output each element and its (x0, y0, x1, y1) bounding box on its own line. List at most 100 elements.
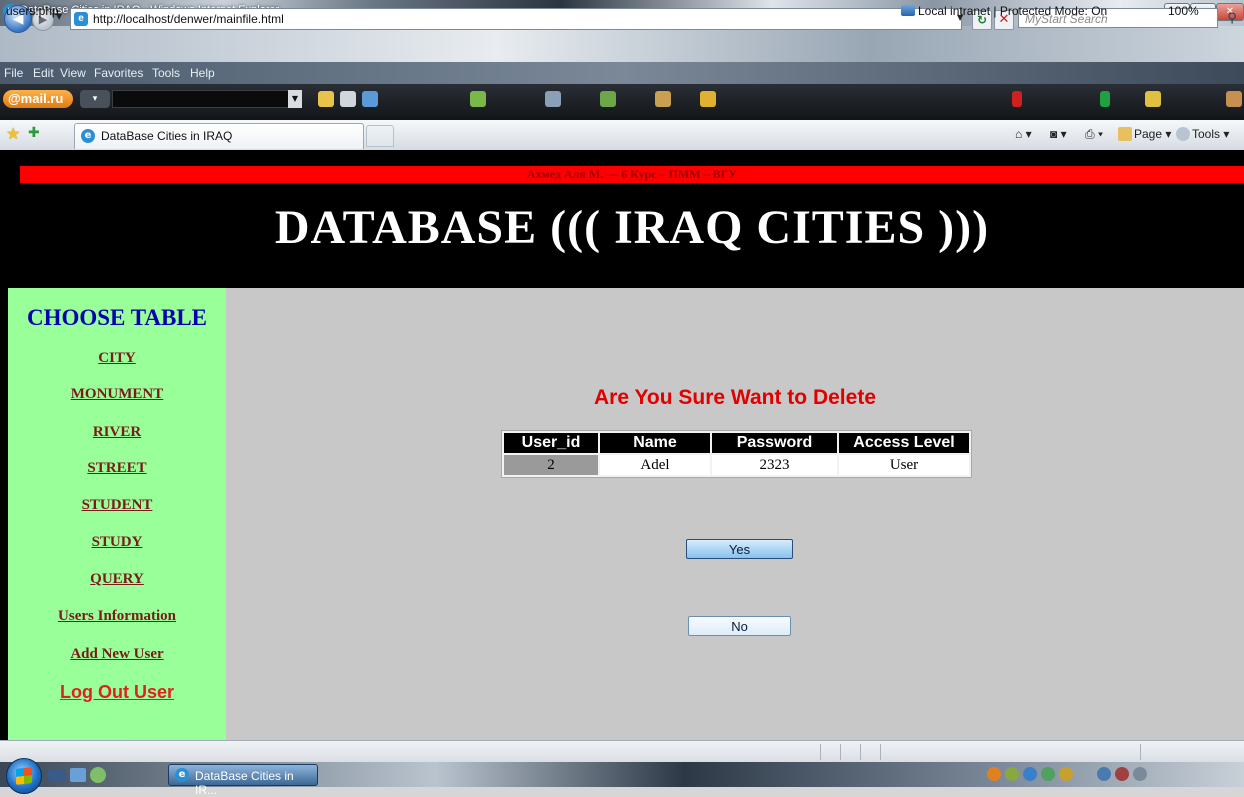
sidebar-link-city[interactable]: CITY (8, 350, 226, 367)
sidebar-link-study[interactable]: STUDY (8, 534, 226, 551)
status-text: users.php (6, 4, 59, 18)
page-favicon-icon: e (74, 12, 88, 26)
pencil-icon[interactable] (318, 91, 334, 107)
system-tray (975, 765, 1237, 784)
ie-taskbar-icon: e (175, 768, 189, 782)
favorites-star-icon[interactable]: ★ (6, 124, 20, 143)
menu-help[interactable]: Help (190, 66, 215, 80)
tray-app-icon[interactable] (1115, 767, 1129, 781)
search-icon[interactable]: ⚲ (1222, 9, 1242, 29)
tools-menu-button[interactable]: Tools ▾ (1176, 127, 1229, 141)
cell-name: Adel (600, 455, 710, 475)
main-panel (226, 288, 1244, 740)
security-zone[interactable]: Local intranet | Protected Mode: On (918, 4, 1107, 18)
show-desktop-icon[interactable] (48, 769, 66, 781)
sidebar-link-log-out-user[interactable]: Log Out User (8, 682, 226, 703)
feeds-button[interactable]: ◙ ▾ (1050, 127, 1067, 141)
mailru-search-engine-dropdown[interactable]: ▾ (80, 90, 110, 108)
windows-logo-icon (16, 767, 32, 785)
answers-icon[interactable] (655, 91, 671, 107)
menu-favorites[interactable]: Favorites (94, 66, 143, 80)
mailru-logo[interactable]: @mail.ru (3, 90, 73, 108)
tray-app-icon[interactable] (1005, 767, 1019, 781)
yes-button[interactable]: Yes (686, 539, 793, 559)
menu-bar: File Edit View Favorites Tools Help (0, 62, 1244, 84)
quicklaunch-app-icon[interactable] (90, 767, 106, 783)
ie-tab-icon: e (81, 129, 95, 143)
cell-password: 2323 (712, 455, 837, 475)
print-button[interactable]: ⎙ ▾ (1085, 127, 1103, 142)
rate-up-icon (1100, 91, 1110, 107)
people-icon[interactable] (470, 91, 486, 107)
column-header-name: Name (600, 433, 710, 453)
column-header-user-id: User_id (504, 433, 598, 453)
menu-tools[interactable]: Tools (152, 66, 180, 80)
games-icon[interactable] (700, 91, 716, 107)
cell-user-id: 2 (504, 455, 598, 475)
delete-confirm-heading: Are You Sure Want to Delete (594, 386, 876, 409)
column-header-password: Password (712, 433, 837, 453)
network-icon[interactable] (1097, 767, 1111, 781)
sidebar-link-monument[interactable]: MONUMENT (8, 386, 226, 403)
status-divider (840, 744, 841, 760)
start-button[interactable] (6, 758, 42, 794)
banner-title: DATABASE ((( IRAQ CITIES ))) (274, 201, 990, 254)
status-divider (860, 744, 861, 760)
address-bar[interactable]: e http://localhost/denwer/mainfile.html (70, 8, 962, 30)
sidebar-link-river[interactable]: RIVER (8, 424, 226, 441)
tab-label: DataBase Cities in IRAQ (101, 129, 233, 143)
sidebar-link-query[interactable]: QUERY (8, 571, 226, 588)
address-toolbar (0, 26, 1244, 62)
weather-icon[interactable] (1145, 91, 1161, 107)
no-button[interactable]: No (688, 616, 791, 636)
sidebar-link-add-new-user[interactable]: Add New User (8, 646, 226, 663)
url-text[interactable]: http://localhost/denwer/mainfile.html (93, 9, 284, 29)
mailru-toolbar: @mail.ru ▾ ▼ (0, 84, 1244, 120)
new-tab-button[interactable] (366, 125, 394, 147)
table-header-row: User_id Name Password Access Level (504, 433, 969, 453)
cell-access-level: User (839, 455, 969, 475)
add-favorites-icon[interactable]: ✚ (28, 125, 40, 141)
table-row: 2 Adel 2323 User (504, 455, 969, 475)
tab-bar: ★ ✚ e DataBase Cities in IRAQ ⌂ ▾ ◙ ▾ ⎙ … (0, 120, 1244, 151)
sidebar-link-street[interactable]: STREET (8, 460, 226, 477)
column-header-access-level: Access Level (839, 433, 969, 453)
sidebar-link-student[interactable]: STUDENT (8, 497, 226, 514)
menu-file[interactable]: File (4, 66, 23, 80)
tray-app-icon[interactable] (1023, 767, 1037, 781)
sidebar-link-users-information[interactable]: Users Information (8, 608, 226, 625)
menu-view[interactable]: View (60, 66, 86, 80)
status-divider (820, 744, 821, 760)
mailru-search-input[interactable] (112, 90, 290, 108)
status-divider (880, 744, 881, 760)
menu-edit[interactable]: Edit (33, 66, 54, 80)
volume-icon[interactable] (1133, 767, 1147, 781)
print-icon: ⎙ (1085, 127, 1095, 141)
home-icon: ⌂ (1015, 127, 1023, 141)
user-table: User_id Name Password Access Level 2 Ade… (501, 430, 972, 478)
mailru-search-dropdown-icon[interactable]: ▼ (288, 90, 302, 108)
agent-icon[interactable] (362, 91, 378, 107)
gear-icon (1176, 127, 1190, 141)
camera-icon[interactable] (545, 91, 561, 107)
tray-app-icon[interactable] (1041, 767, 1055, 781)
rate-down-icon (1012, 91, 1022, 107)
tray-app-icon[interactable] (1059, 767, 1073, 781)
taskbar-ie-window[interactable]: e DataBase Cities in IR... (168, 764, 318, 797)
tray-app-icon[interactable] (987, 767, 1001, 781)
video-icon[interactable] (600, 91, 616, 107)
sidebar-heading: CHOOSE TABLE (26, 305, 207, 330)
mailru-extra-icon[interactable] (1226, 91, 1242, 107)
taskbar-window-label: DataBase Cities in IR... (195, 769, 294, 797)
home-button[interactable]: ⌂ ▾ (1015, 127, 1032, 141)
window-icon[interactable] (340, 91, 356, 107)
feeds-icon: ◙ (1050, 127, 1058, 141)
tab-database-cities[interactable]: e DataBase Cities in IRAQ (74, 123, 364, 149)
zoom-level[interactable]: 100% (1168, 4, 1199, 18)
author-line: Ахмед Аля М. — 6 Курс – ПММ – ВГУ (20, 166, 1244, 183)
page-icon (1118, 127, 1132, 141)
page-menu-button[interactable]: Page ▾ (1118, 127, 1171, 141)
taskbar: e DataBase Cities in IR... (0, 758, 1244, 797)
status-divider (1140, 744, 1141, 760)
switch-windows-icon[interactable] (70, 768, 86, 782)
